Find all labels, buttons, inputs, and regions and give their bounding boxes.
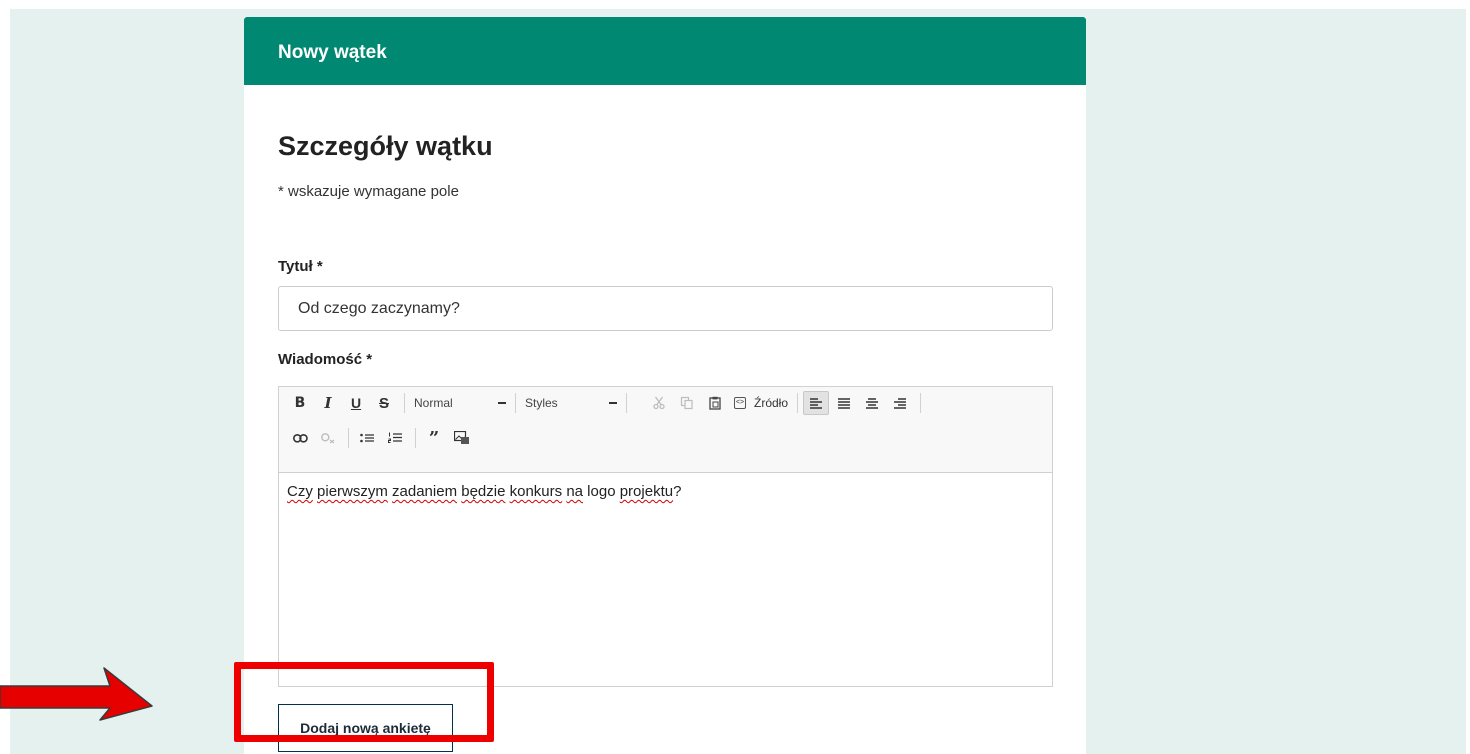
chevron-down-icon	[498, 402, 506, 404]
title-label: Tytuł *	[278, 258, 323, 275]
title-input[interactable]	[278, 286, 1053, 331]
format-dropdown-value: Normal	[414, 396, 453, 410]
bulleted-list-icon	[360, 433, 374, 442]
toolbar-row-1: B I U S Normal Styles <> Źródło	[287, 391, 926, 415]
unlink-icon	[320, 432, 334, 443]
pointer-arrow-icon	[0, 667, 153, 721]
link-icon	[292, 433, 308, 443]
add-poll-button[interactable]: Dodaj nową ankietę	[278, 704, 453, 752]
align-center-icon	[865, 397, 878, 409]
align-middle-button[interactable]	[859, 391, 885, 415]
toolbar-separator	[348, 428, 349, 448]
editor-word: na	[566, 483, 584, 500]
required-note: * wskazuje wymagane pole	[278, 183, 459, 200]
numbered-list-icon	[388, 432, 402, 443]
editor-text: ?	[673, 483, 682, 500]
numbered-list-button[interactable]	[382, 426, 408, 450]
editor-word: konkurs	[509, 483, 563, 500]
editor-word: pierwszym	[317, 483, 388, 500]
toolbar-separator	[404, 393, 405, 413]
editor-word: zadaniem	[392, 483, 458, 500]
editor-word: będzie	[461, 483, 506, 500]
editor-word: projektu	[619, 483, 674, 500]
format-dropdown[interactable]: Normal	[410, 391, 510, 415]
toolbar-row-2: ”	[287, 426, 477, 450]
paste-icon	[709, 396, 721, 410]
toolbar-separator	[515, 393, 516, 413]
quote-icon: ”	[428, 427, 440, 449]
image-icon	[454, 431, 469, 444]
toolbar-separator	[415, 428, 416, 448]
copy-button[interactable]	[674, 391, 700, 415]
image-button[interactable]	[449, 426, 475, 450]
section-title: Szczegóły wątku	[278, 131, 493, 161]
paste-button[interactable]	[702, 391, 728, 415]
align-right-icon	[893, 397, 906, 409]
underline-button[interactable]: U	[343, 391, 369, 415]
align-left-button[interactable]	[803, 391, 830, 415]
message-label: Wiadomość *	[278, 351, 373, 368]
blockquote-button[interactable]: ”	[421, 426, 447, 450]
chevron-down-icon	[609, 402, 617, 404]
editor-text: logo	[583, 483, 620, 500]
styles-dropdown-value: Styles	[525, 396, 558, 410]
editor-content[interactable]: Czy pierwszym zadaniem będzie konkurs na…	[279, 473, 1052, 511]
strikethrough-button[interactable]: S	[371, 391, 397, 415]
source-label: Źródło	[754, 396, 789, 410]
panel-header: Nowy wątek	[244, 17, 1086, 85]
source-icon: <>	[734, 397, 746, 409]
message-editor: B I U S Normal Styles <> Źródło ” Czy pi…	[278, 386, 1053, 687]
editor-word: Czy	[287, 483, 313, 500]
italic-button[interactable]: I	[315, 391, 341, 415]
new-thread-panel: Nowy wątek Szczegóły wątku * wskazuje wy…	[244, 17, 1086, 754]
copy-icon	[680, 396, 693, 410]
align-right-button[interactable]	[887, 391, 913, 415]
align-justify-icon	[837, 397, 850, 409]
align-center-button[interactable]	[831, 391, 857, 415]
styles-dropdown[interactable]: Styles	[521, 391, 621, 415]
source-button[interactable]: <> Źródło	[730, 391, 792, 415]
toolbar-separator	[797, 393, 799, 413]
link-button[interactable]	[287, 426, 313, 450]
bulleted-list-button[interactable]	[354, 426, 380, 450]
unlink-button[interactable]	[315, 426, 341, 450]
align-left-icon	[809, 397, 822, 409]
bold-button[interactable]: B	[287, 391, 313, 415]
cut-button[interactable]	[646, 391, 672, 415]
toolbar-separator	[920, 393, 922, 413]
panel-title: Nowy wątek	[278, 42, 387, 63]
cut-icon	[653, 396, 665, 410]
editor-toolbar: B I U S Normal Styles <> Źródło ”	[279, 387, 1052, 473]
toolbar-separator	[626, 393, 627, 413]
